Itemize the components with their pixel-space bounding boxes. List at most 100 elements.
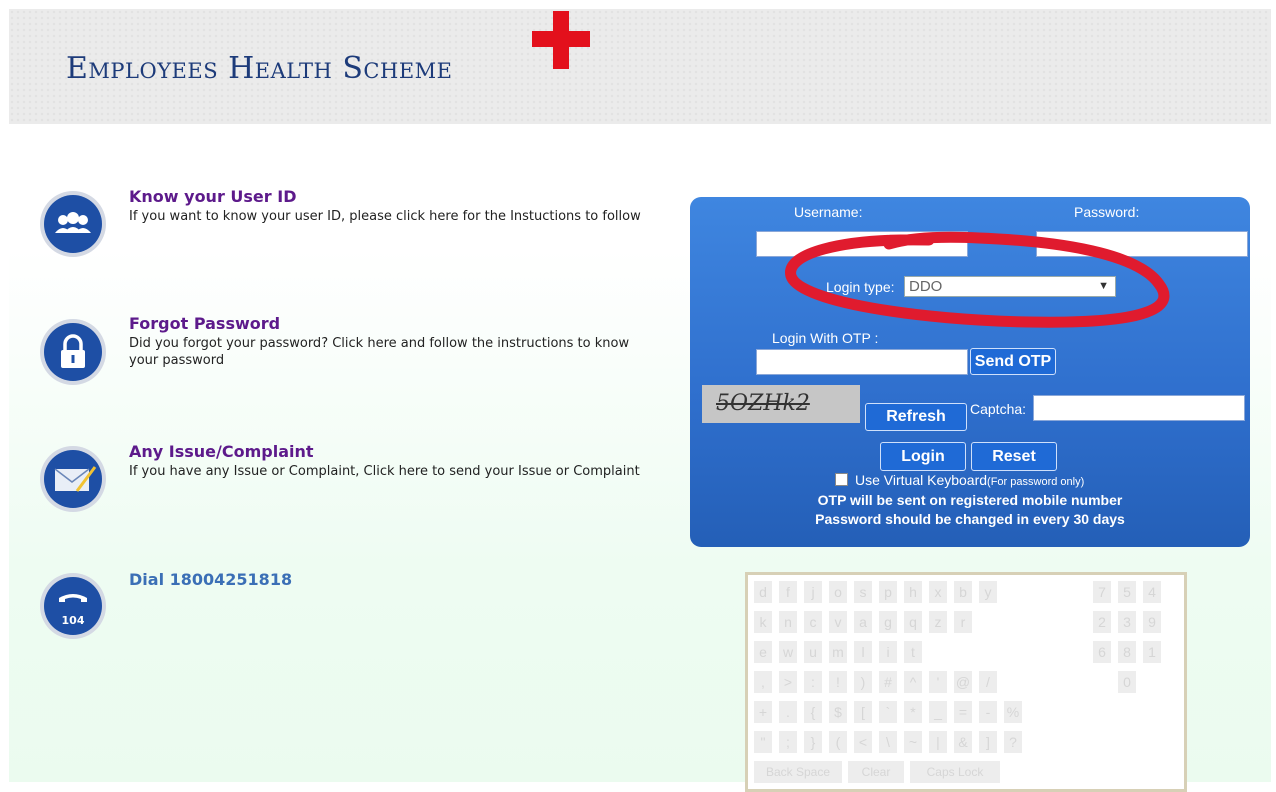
keyboard-key[interactable]: % <box>1004 701 1022 723</box>
keyboard-key[interactable]: s <box>854 581 872 603</box>
lock-icon[interactable] <box>39 318 107 386</box>
keyboard-key[interactable]: h <box>904 581 922 603</box>
login-button[interactable]: Login <box>880 442 966 471</box>
know-user-id-desc[interactable]: If you want to know your user ID, please… <box>129 208 659 225</box>
reset-button[interactable]: Reset <box>971 442 1057 471</box>
keyboard-key[interactable]: i <box>879 641 897 663</box>
back-space-key[interactable]: Back Space <box>754 761 842 783</box>
password-note: Password should be changed in every 30 d… <box>815 511 1125 527</box>
keyboard-key[interactable]: ' <box>929 671 947 693</box>
keyboard-digit-key[interactable]: 9 <box>1143 611 1161 633</box>
complaint-link[interactable]: Any Issue/Complaint <box>129 442 314 461</box>
keyboard-key[interactable]: } <box>804 731 822 753</box>
keyboard-digit-key[interactable]: 2 <box>1093 611 1111 633</box>
keyboard-key[interactable]: : <box>804 671 822 693</box>
keyboard-key[interactable]: ~ <box>904 731 922 753</box>
keyboard-key[interactable]: r <box>954 611 972 633</box>
otp-mobile-input[interactable] <box>756 349 968 375</box>
virtual-keyboard-checkbox[interactable] <box>835 473 848 486</box>
keyboard-key[interactable]: y <box>979 581 997 603</box>
keyboard-key[interactable]: m <box>829 641 847 663</box>
keyboard-key[interactable]: n <box>779 611 797 633</box>
keyboard-key[interactable]: + <box>754 701 772 723</box>
keyboard-key[interactable]: ( <box>829 731 847 753</box>
keyboard-key[interactable]: { <box>804 701 822 723</box>
keyboard-key[interactable]: ] <box>979 731 997 753</box>
keyboard-digit-key[interactable]: 4 <box>1143 581 1161 603</box>
keyboard-key[interactable]: . <box>779 701 797 723</box>
keyboard-key[interactable]: * <box>904 701 922 723</box>
keyboard-key[interactable]: - <box>979 701 997 723</box>
keyboard-key[interactable]: ^ <box>904 671 922 693</box>
keyboard-key[interactable]: $ <box>829 701 847 723</box>
keyboard-key[interactable]: v <box>829 611 847 633</box>
caps-lock-key[interactable]: Caps Lock <box>910 761 1000 783</box>
keyboard-digit-key[interactable]: 6 <box>1093 641 1111 663</box>
keyboard-key[interactable]: w <box>779 641 797 663</box>
username-input[interactable] <box>756 231 968 257</box>
captcha-input[interactable] <box>1033 395 1245 421</box>
otp-note: OTP will be sent on registered mobile nu… <box>817 492 1123 508</box>
keyboard-key[interactable]: l <box>854 641 872 663</box>
chevron-down-icon: ▼ <box>1098 280 1109 292</box>
keyboard-key[interactable]: > <box>779 671 797 693</box>
keyboard-key[interactable]: e <box>754 641 772 663</box>
keyboard-key[interactable]: j <box>804 581 822 603</box>
keyboard-digit-key[interactable]: 3 <box>1118 611 1136 633</box>
keyboard-key[interactable]: z <box>929 611 947 633</box>
keyboard-key[interactable]: q <box>904 611 922 633</box>
keyboard-key[interactable]: o <box>829 581 847 603</box>
keyboard-key[interactable]: k <box>754 611 772 633</box>
keyboard-key[interactable]: x <box>929 581 947 603</box>
keyboard-key[interactable]: & <box>954 731 972 753</box>
mail-icon[interactable] <box>39 445 107 513</box>
know-user-id-link[interactable]: Know your User ID <box>129 187 296 206</box>
keyboard-key[interactable]: " <box>754 731 772 753</box>
clear-key[interactable]: Clear <box>848 761 904 783</box>
complaint-desc[interactable]: If you have any Issue or Complaint, Clic… <box>129 463 659 480</box>
forgot-password-desc[interactable]: Did you forgot your password? Click here… <box>129 335 659 369</box>
keyboard-key[interactable]: | <box>929 731 947 753</box>
password-label: Password: <box>1074 204 1140 220</box>
keyboard-key[interactable]: , <box>754 671 772 693</box>
keyboard-digit-key[interactable]: 8 <box>1118 641 1136 663</box>
keyboard-key[interactable]: a <box>854 611 872 633</box>
keyboard-key[interactable]: \ <box>879 731 897 753</box>
keyboard-key[interactable]: g <box>879 611 897 633</box>
keyboard-key[interactable]: < <box>854 731 872 753</box>
svg-text:104: 104 <box>62 614 85 627</box>
keyboard-key[interactable]: d <box>754 581 772 603</box>
keyboard-digit-key[interactable]: 1 <box>1143 641 1161 663</box>
forgot-password-link[interactable]: Forgot Password <box>129 314 280 333</box>
keyboard-key[interactable]: p <box>879 581 897 603</box>
password-input[interactable] <box>1036 231 1248 257</box>
login-type-select[interactable]: DDO ▼ <box>904 276 1116 297</box>
username-label: Username: <box>794 204 863 220</box>
keyboard-key[interactable]: ) <box>854 671 872 693</box>
keyboard-key[interactable]: = <box>954 701 972 723</box>
keyboard-digit-key[interactable]: 7 <box>1093 581 1111 603</box>
keyboard-key[interactable]: b <box>954 581 972 603</box>
keyboard-key[interactable]: / <box>979 671 997 693</box>
keyboard-digit-key[interactable]: 5 <box>1118 581 1136 603</box>
keyboard-key[interactable]: ; <box>779 731 797 753</box>
keyboard-key[interactable]: ` <box>879 701 897 723</box>
keyboard-key[interactable]: ? <box>1004 731 1022 753</box>
keyboard-key[interactable]: c <box>804 611 822 633</box>
login-type-value: DDO <box>909 278 943 295</box>
keyboard-key[interactable]: _ <box>929 701 947 723</box>
keyboard-key[interactable]: u <box>804 641 822 663</box>
send-otp-button[interactable]: Send OTP <box>970 348 1056 375</box>
keyboard-key[interactable]: f <box>779 581 797 603</box>
refresh-captcha-button[interactable]: Refresh <box>865 403 967 431</box>
keyboard-key[interactable]: t <box>904 641 922 663</box>
helpline-number: Dial 18004251818 <box>129 570 293 589</box>
keyboard-key[interactable]: ! <box>829 671 847 693</box>
site-title: Employees Health Scheme <box>66 51 453 86</box>
keyboard-key[interactable]: @ <box>954 671 972 693</box>
keyboard-key[interactable]: # <box>879 671 897 693</box>
users-icon[interactable] <box>39 190 107 258</box>
keyboard-key[interactable]: [ <box>854 701 872 723</box>
captcha-label: Captcha: <box>970 401 1027 417</box>
keyboard-digit-key[interactable]: 0 <box>1118 671 1136 693</box>
